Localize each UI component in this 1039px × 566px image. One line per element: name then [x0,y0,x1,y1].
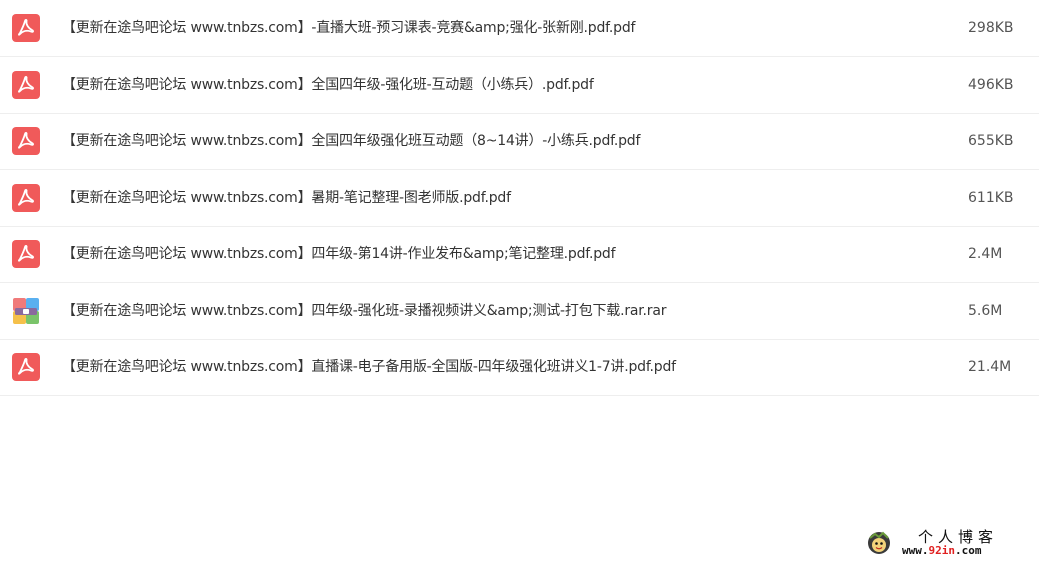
file-size: 655KB [968,133,1014,150]
pdf-icon [12,127,40,156]
pdf-icon [12,70,40,99]
file-size: 496KB [968,76,1014,93]
file-name[interactable]: 【更新在途鸟吧论坛 www.tnbzs.com】暑期-笔记整理-图老师版.pdf… [62,189,511,207]
file-row[interactable]: 【更新在途鸟吧论坛 www.tnbzs.com】暑期-笔记整理-图老师版.pdf… [0,170,1039,227]
pdf-icon [12,240,40,269]
file-row[interactable]: 【更新在途鸟吧论坛 www.tnbzs.com】四年级-第14讲-作业发布&am… [0,227,1039,283]
rar-icon [13,297,39,324]
file-row[interactable]: 【更新在途鸟吧论坛 www.tnbzs.com】全国四年级强化班互动题（8~14… [0,114,1039,170]
file-name[interactable]: 【更新在途鸟吧论坛 www.tnbzs.com】四年级-强化班-录播视频讲义&a… [62,302,666,320]
file-name[interactable]: 【更新在途鸟吧论坛 www.tnbzs.com】全国四年级-强化班-互动题（小练… [62,76,594,94]
blog-watermark: 个人博客 www.92in.com [866,524,1026,562]
cartoon-logo-icon [868,531,890,554]
pdf-icon [12,353,40,382]
file-name[interactable]: 【更新在途鸟吧论坛 www.tnbzs.com】四年级-第14讲-作业发布&am… [62,245,616,263]
pdf-icon [12,14,40,42]
file-name[interactable]: 【更新在途鸟吧论坛 www.tnbzs.com】直播课-电子备用版-全国版-四年… [62,358,676,376]
pdf-icon [12,183,40,212]
file-row[interactable]: 【更新在途鸟吧论坛 www.tnbzs.com】四年级-强化班-录播视频讲义&a… [0,283,1039,340]
file-row[interactable]: 【更新在途鸟吧论坛 www.tnbzs.com】全国四年级-强化班-互动题（小练… [0,57,1039,114]
file-row[interactable]: 【更新在途鸟吧论坛 www.tnbzs.com】-直播大班-预习课表-竞赛&am… [0,0,1039,57]
file-size: 298KB [968,20,1014,36]
file-name[interactable]: 【更新在途鸟吧论坛 www.tnbzs.com】-直播大班-预习课表-竞赛&am… [62,19,635,37]
file-list: 【更新在途鸟吧论坛 www.tnbzs.com】-直播大班-预习课表-竞赛&am… [0,0,1039,396]
file-row[interactable]: 【更新在途鸟吧论坛 www.tnbzs.com】直播课-电子备用版-全国版-四年… [0,340,1039,396]
watermark-url: www.92in.com [902,544,982,557]
file-size: 5.6M [968,302,1003,319]
file-size: 2.4M [968,246,1003,263]
file-name[interactable]: 【更新在途鸟吧论坛 www.tnbzs.com】全国四年级强化班互动题（8~14… [62,132,640,150]
file-size: 611KB [968,189,1014,206]
file-size: 21.4M [968,359,1012,376]
